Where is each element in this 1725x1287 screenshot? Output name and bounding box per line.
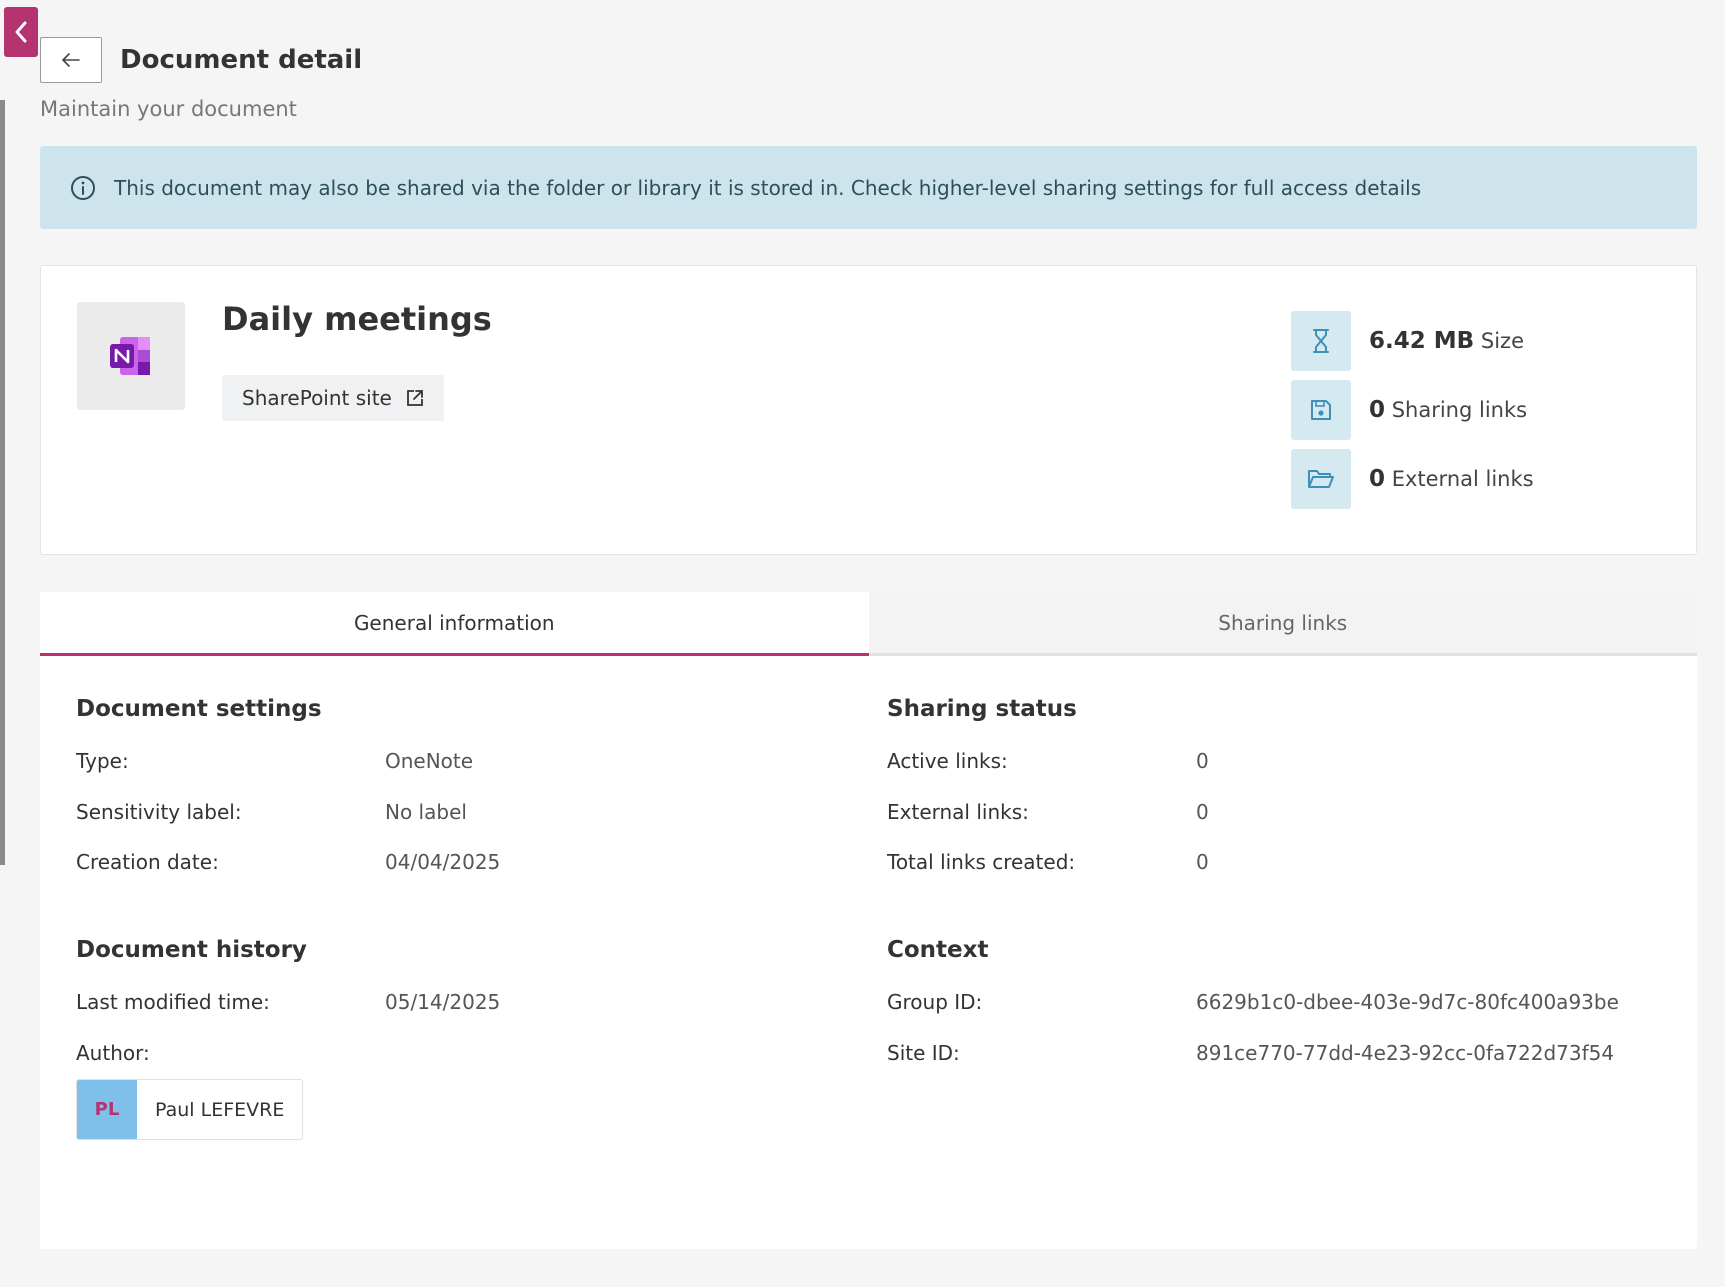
arrow-left-icon <box>62 53 80 67</box>
sensitivity-label-label: Sensitivity label: <box>76 800 242 824</box>
info-icon <box>71 175 95 200</box>
page-title: Document detail <box>120 45 363 75</box>
document-history-title: Document history <box>76 937 307 963</box>
hourglass-icon <box>1313 329 1329 353</box>
detail-tabs: General information Sharing links <box>40 592 1697 656</box>
group-id-value: 6629b1c0-dbee-403e-9d7c-80fc400a93be <box>1196 990 1619 1014</box>
document-stats: 6.42 MB Size 0 Sharing links 0 External … <box>1291 311 1534 518</box>
left-scroll-rail[interactable] <box>0 100 5 865</box>
stat-size: 6.42 MB Size <box>1291 311 1534 371</box>
tab-sharing-links[interactable]: Sharing links <box>868 592 1697 656</box>
document-summary-card: Daily meetings SharePoint site 6.42 MB S… <box>40 265 1697 555</box>
stat-size-label: Size <box>1480 329 1524 353</box>
save-icon <box>1311 400 1331 420</box>
banner-text: This document may also be shared via the… <box>114 175 1422 200</box>
document-settings-title: Document settings <box>76 696 322 722</box>
chevron-left-icon <box>15 21 27 43</box>
onenote-icon <box>110 337 150 375</box>
author-label: Author: <box>76 1041 150 1065</box>
type-value: OneNote <box>385 749 474 773</box>
total-links-value: 0 <box>1196 850 1209 874</box>
stat-size-value: 6.42 MB <box>1369 328 1475 354</box>
type-label: Type: <box>76 749 129 773</box>
folder-open-icon <box>1308 470 1334 488</box>
stat-external-links-label: External links <box>1391 467 1534 491</box>
page-header: Document detail <box>40 37 362 83</box>
sharing-status-title: Sharing status <box>887 696 1077 722</box>
page-subtitle: Maintain your document <box>40 97 297 121</box>
sensitivity-label-value: No label <box>385 800 467 824</box>
sharepoint-site-button[interactable]: SharePoint site <box>222 375 444 421</box>
group-id-label: Group ID: <box>887 990 983 1014</box>
stat-sharing-links: 0 Sharing links <box>1291 380 1534 440</box>
context-title: Context <box>887 937 989 963</box>
active-links-value: 0 <box>1196 749 1209 773</box>
document-name: Daily meetings <box>222 300 492 338</box>
author-name: Paul LEFEVRE <box>155 1098 285 1121</box>
stat-sharing-links-label: Sharing links <box>1391 398 1528 422</box>
stat-external-links: 0 External links <box>1291 449 1534 509</box>
back-button[interactable] <box>40 37 102 83</box>
site-id-label: Site ID: <box>887 1041 960 1065</box>
external-link-icon <box>406 390 423 406</box>
external-links-value: 0 <box>1196 800 1209 824</box>
document-thumbnail <box>77 302 185 410</box>
stat-external-links-value: 0 <box>1369 466 1386 492</box>
sidebar-collapse-button[interactable] <box>4 7 38 57</box>
external-links-label: External links: <box>887 800 1029 824</box>
total-links-label: Total links created: <box>887 850 1076 874</box>
last-modified-value: 05/14/2025 <box>385 990 501 1014</box>
sharepoint-site-label: SharePoint site <box>242 386 392 410</box>
creation-date-label: Creation date: <box>76 850 219 874</box>
info-banner: This document may also be shared via the… <box>40 146 1697 229</box>
general-information-panel: Document settings Type: OneNote Sensitiv… <box>40 656 1697 1249</box>
site-id-value: 891ce770-77dd-4e23-92cc-0fa722d73f54 <box>1196 1041 1615 1065</box>
author-chip[interactable]: PL Paul LEFEVRE <box>76 1079 304 1140</box>
last-modified-label: Last modified time: <box>76 990 270 1014</box>
active-links-label: Active links: <box>887 749 1008 773</box>
tab-general-information[interactable]: General information <box>40 592 869 656</box>
stat-sharing-links-value: 0 <box>1369 397 1386 423</box>
avatar: PL <box>77 1080 137 1139</box>
creation-date-value: 04/04/2025 <box>385 850 501 874</box>
